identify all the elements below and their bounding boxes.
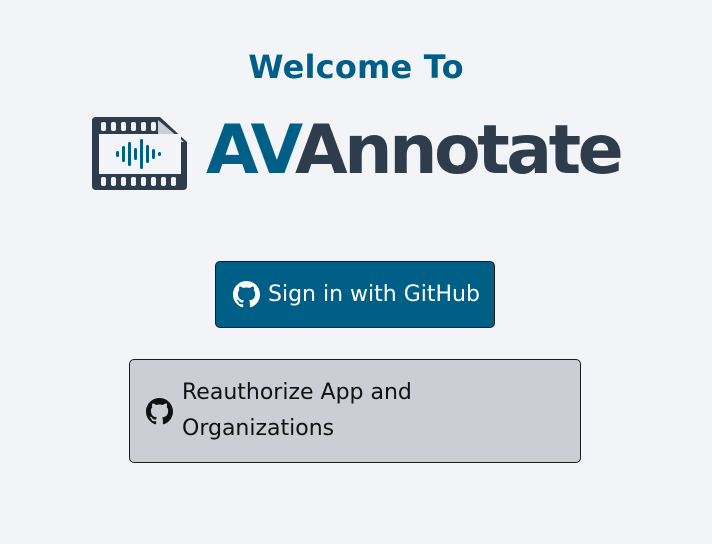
app-logo: AVAnnotate — [92, 111, 632, 191]
wordmark-rest: Annotate — [295, 111, 624, 190]
wordmark-accent: AV — [206, 111, 299, 190]
login-page: Welcome To AVAnnotate Sign in with GitHu… — [0, 0, 712, 544]
app-wordmark: AVAnnotate — [206, 109, 624, 193]
reauthorize-button[interactable]: Reauthorize App and Organizations — [129, 359, 581, 463]
reauthorize-button-label: Reauthorize App and Organizations — [182, 380, 412, 441]
welcome-heading: Welcome To — [248, 48, 464, 86]
film-audio-waveform-icon — [92, 117, 187, 190]
github-icon — [233, 281, 260, 308]
sign-in-with-github-button[interactable]: Sign in with GitHub — [215, 261, 495, 328]
sign-in-button-label: Sign in with GitHub — [268, 281, 480, 307]
github-icon — [146, 397, 173, 424]
